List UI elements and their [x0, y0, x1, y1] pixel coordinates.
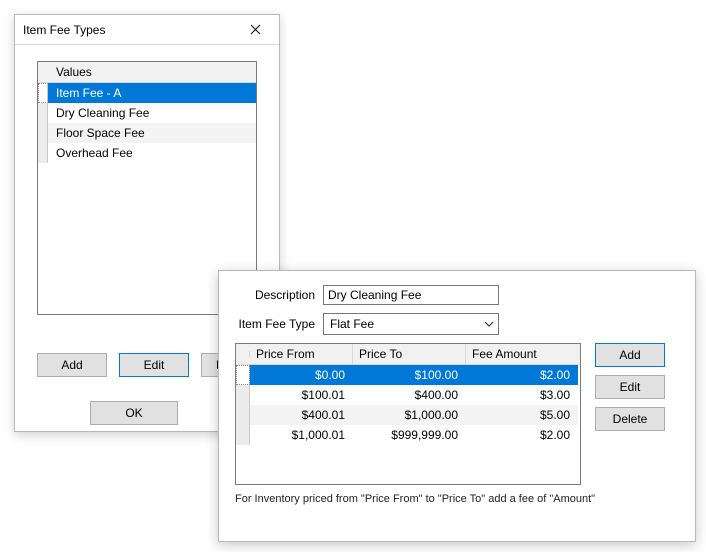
- grid-row[interactable]: $100.01 $400.00 $3.00: [236, 385, 580, 405]
- grid-row[interactable]: $0.00 $100.00 $2.00: [236, 365, 580, 385]
- combo-value: Flat Fee: [330, 317, 374, 331]
- cell-price-to: $100.00: [353, 365, 466, 385]
- list-item-label: Item Fee - A: [56, 86, 121, 100]
- edit-button[interactable]: Edit: [119, 353, 189, 377]
- cell-fee-amount: $3.00: [466, 385, 578, 405]
- item-fee-type-combo[interactable]: Flat Fee: [323, 313, 499, 335]
- tier-delete-button[interactable]: Delete: [595, 407, 665, 431]
- col-price-from: Price From: [250, 344, 353, 364]
- ok-button[interactable]: OK: [90, 401, 178, 425]
- list-item[interactable]: Dry Cleaning Fee: [38, 103, 256, 123]
- cell-fee-amount: $2.00: [466, 365, 578, 385]
- cell-price-to: $999,999.00: [353, 425, 466, 445]
- fee-detail-dialog: Description Item Fee Type Flat Fee Price…: [218, 270, 696, 542]
- titlebar: Item Fee Types: [15, 15, 279, 45]
- grid-buttons: Add Edit Delete: [595, 343, 665, 485]
- col-price-to: Price To: [353, 344, 466, 364]
- list-item[interactable]: Item Fee - A: [38, 83, 256, 103]
- cell-price-from: $100.01: [250, 385, 353, 405]
- row-handle: [38, 103, 48, 123]
- row-handle: [236, 425, 250, 445]
- list-item[interactable]: Overhead Fee: [38, 143, 256, 163]
- description-row: Description: [235, 285, 679, 305]
- col-fee-amount: Fee Amount: [466, 344, 578, 364]
- chevron-down-icon: [484, 321, 494, 327]
- cell-price-from: $0.00: [250, 365, 353, 385]
- cell-fee-amount: $2.00: [466, 425, 578, 445]
- hint-text: For Inventory priced from "Price From" t…: [235, 493, 679, 505]
- tier-edit-button[interactable]: Edit: [595, 375, 665, 399]
- row-handle-header: [236, 351, 250, 357]
- tier-add-button[interactable]: Add: [595, 343, 665, 367]
- row-handle: [236, 405, 250, 425]
- list-item-label: Overhead Fee: [56, 146, 133, 160]
- cell-price-to: $1,000.00: [353, 405, 466, 425]
- row-handle: [236, 365, 250, 385]
- type-row: Item Fee Type Flat Fee: [235, 313, 679, 335]
- cell-fee-amount: $5.00: [466, 405, 578, 425]
- description-label: Description: [235, 288, 323, 302]
- row-handle: [38, 143, 48, 163]
- cell-price-to: $400.00: [353, 385, 466, 405]
- cell-price-from: $1,000.01: [250, 425, 353, 445]
- row-handle: [236, 385, 250, 405]
- type-label: Item Fee Type: [235, 317, 323, 331]
- price-tier-grid[interactable]: Price From Price To Fee Amount $0.00 $10…: [235, 343, 581, 485]
- list-item-label: Dry Cleaning Fee: [56, 106, 149, 120]
- list-item-label: Floor Space Fee: [56, 126, 145, 140]
- list-item[interactable]: Floor Space Fee: [38, 123, 256, 143]
- window-title: Item Fee Types: [23, 23, 105, 37]
- cell-price-from: $400.01: [250, 405, 353, 425]
- grid-row[interactable]: $1,000.01 $999,999.00 $2.00: [236, 425, 580, 445]
- grid-row[interactable]: $400.01 $1,000.00 $5.00: [236, 405, 580, 425]
- grid-header: Price From Price To Fee Amount: [236, 344, 580, 365]
- row-handle: [38, 83, 48, 103]
- list-header: Values: [38, 62, 256, 83]
- add-button[interactable]: Add: [37, 353, 107, 377]
- row-handle: [38, 123, 48, 143]
- close-icon[interactable]: [241, 19, 269, 41]
- description-field[interactable]: [323, 285, 499, 305]
